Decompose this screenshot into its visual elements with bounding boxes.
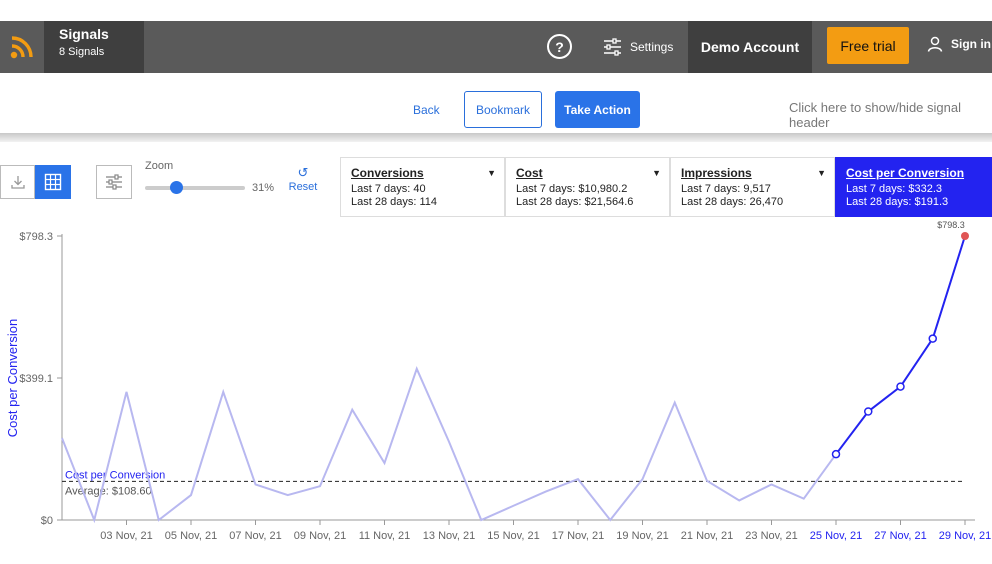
top-strip [0,0,992,21]
free-trial-button[interactable]: Free trial [827,27,909,64]
help-button[interactable]: ? [547,34,572,59]
metric-last-28: Last 28 days: 26,470 [681,196,784,208]
reset-label: Reset [288,181,318,193]
metric-last-28: Last 28 days: $191.3 [846,196,949,208]
filter-sliders-icon [106,174,122,190]
x-tick-label: 27 Nov, 21 [874,530,926,542]
x-tick-label: 19 Nov, 21 [616,530,668,542]
x-tick-label: 17 Nov, 21 [552,530,604,542]
signal-header-toggle[interactable]: Click here to show/hide signal header [789,100,992,130]
data-point [896,382,905,391]
signal-action-bar: Back Bookmark Take Action Click here to … [0,73,992,135]
x-tick-label: 03 Nov, 21 [100,530,152,542]
x-tick-label: 05 Nov, 21 [165,530,217,542]
settings-label: Settings [630,40,674,54]
x-tick-label: 29 Nov, 21 [939,530,991,542]
peak-value-label: $798.3 [937,220,965,230]
sign-in-button[interactable]: Sign in [927,36,991,52]
metric-card-impressions[interactable]: Impressions ▼ Last 7 days: 9,517 Last 28… [670,157,835,217]
signals-count: 8 Signals [59,46,105,58]
reset-zoom-button[interactable]: ↺ Reset [286,165,320,193]
metric-name: Conversions [351,166,424,180]
header-shadow [0,133,992,142]
series-line-recent [835,235,966,455]
y-tick-label: $399.1 [19,373,53,385]
metric-name: Impressions [681,166,752,180]
metric-last-7: Last 7 days: 40 [351,183,426,195]
caret-down-icon[interactable]: ▼ [652,168,661,178]
x-tick-label: 09 Nov, 21 [294,530,346,542]
zoom-value: 31% [252,182,275,194]
x-tick-label: 13 Nov, 21 [423,530,475,542]
sliders-icon [604,38,621,56]
metric-card-cost-per-conversion[interactable]: Cost per Conversion Last 7 days: $332.3 … [835,157,992,217]
app-logo[interactable] [0,21,44,73]
metric-name: Cost [516,166,543,180]
x-tick-label: 11 Nov, 21 [359,530,411,542]
average-value-label: Average: $108.60 [65,485,152,497]
download-icon [10,176,25,189]
download-button[interactable] [0,165,35,199]
app-header: Signals 8 Signals ? Settings Demo Accoun… [0,21,992,73]
x-tick-label: 25 Nov, 21 [810,530,862,542]
metric-card-cost[interactable]: Cost ▼ Last 7 days: $10,980.2 Last 28 da… [505,157,670,217]
x-tick-label: 23 Nov, 21 [745,530,797,542]
x-tick-label: 07 Nov, 21 [229,530,281,542]
help-icon: ? [555,38,564,55]
zoom-slider-handle[interactable] [170,181,183,194]
metric-name: Cost per Conversion [846,166,965,180]
data-point [864,407,873,416]
rss-icon [10,36,33,59]
series-line-previous [61,366,837,524]
user-icon [927,36,943,52]
data-point [928,334,937,343]
metric-last-28: Last 28 days: $21,564.6 [516,196,634,208]
sign-in-label: Sign in [951,37,991,51]
zoom-slider[interactable] [145,181,245,194]
table-view-button[interactable] [35,165,71,199]
y-tick-label: $798.3 [19,231,53,243]
metric-last-28: Last 28 days: 114 [351,196,438,208]
take-action-button[interactable]: Take Action [555,91,640,128]
app-title: Signals [59,26,109,42]
reset-icon: ↺ [297,165,309,180]
average-label: Cost per Conversion [65,469,165,481]
chart-settings-button[interactable] [96,165,132,199]
metric-card-conversions[interactable]: Conversions ▼ Last 7 days: 40 Last 28 da… [340,157,505,217]
peak-point [961,232,969,240]
x-tick-label: 21 Nov, 21 [681,530,733,542]
caret-down-icon[interactable]: ▼ [487,168,496,178]
y-axis-title: Cost per Conversion [5,319,20,438]
cost-per-conversion-chart: $0 $399.1 $798.3 Cost per Conversion 03 Nov,… [5,220,991,542]
back-link[interactable]: Back [413,103,440,117]
bookmark-button[interactable]: Bookmark [464,91,542,128]
caret-down-icon[interactable]: ▼ [817,168,826,178]
metric-last-7: Last 7 days: $10,980.2 [516,183,628,195]
data-point [831,449,841,459]
settings-button[interactable]: Settings [603,36,673,58]
demo-account-button[interactable]: Demo Account [688,21,812,73]
signals-menu[interactable]: Signals 8 Signals [44,21,144,73]
metric-last-7: Last 7 days: 9,517 [681,183,771,195]
grid-icon [44,173,62,191]
y-tick-label: $0 [41,515,53,527]
x-tick-label: 15 Nov, 21 [487,530,539,542]
zoom-label: Zoom [145,160,174,172]
metric-last-7: Last 7 days: $332.3 [846,183,943,195]
